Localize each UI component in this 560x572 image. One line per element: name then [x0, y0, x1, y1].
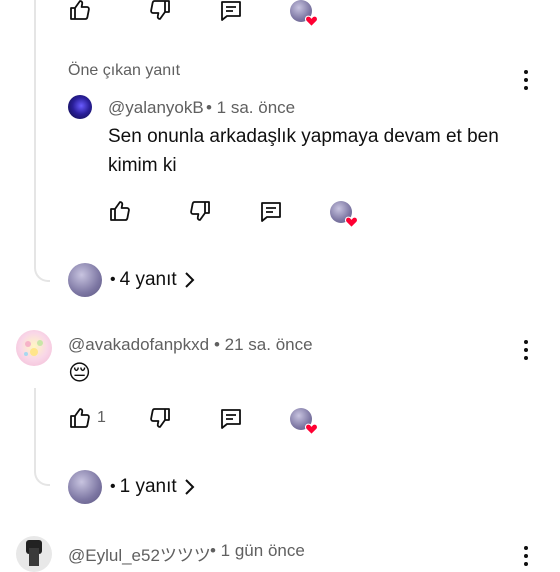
more-options-button[interactable]	[516, 68, 536, 92]
avatar[interactable]	[68, 95, 92, 119]
comment-time: • 1 gün önce	[210, 541, 305, 560]
dislike-icon[interactable]	[148, 406, 172, 430]
creator-heart-icon	[290, 0, 318, 27]
creator-avatar	[68, 470, 102, 504]
reply-comment-icon[interactable]	[219, 0, 243, 23]
like-icon[interactable]	[108, 199, 132, 223]
comment-author[interactable]: @yalanyokB	[108, 98, 204, 118]
comment-emoji: 😔	[68, 360, 91, 385]
creator-avatar	[68, 263, 102, 297]
reply-comment-icon[interactable]	[219, 407, 243, 431]
replies-count: 1 yanıt	[119, 476, 177, 497]
like-icon[interactable]	[68, 0, 92, 22]
like-icon[interactable]	[68, 406, 92, 430]
avatar[interactable]	[16, 330, 52, 366]
chevron-right-icon	[183, 271, 197, 289]
comment-author[interactable]: @avakadofanpkxd	[68, 335, 209, 355]
chevron-right-icon	[183, 478, 197, 496]
avatar[interactable]	[16, 536, 52, 572]
more-options-button[interactable]	[516, 338, 536, 362]
comment-author[interactable]: @Eylul_e52ツツツ	[68, 541, 211, 566]
more-options-button[interactable]	[516, 544, 536, 568]
comment-text: Sen onunla arkadaşlık yapmaya devam et b…	[108, 126, 499, 176]
dislike-icon[interactable]	[148, 0, 172, 22]
view-replies-button[interactable]: • 1 yanıt	[68, 469, 197, 505]
reply-comment-icon[interactable]	[259, 200, 283, 224]
thread-connector-line	[34, 0, 50, 282]
creator-heart-icon	[330, 201, 358, 228]
separator-dot: •	[110, 478, 116, 495]
thread-connector-line	[34, 388, 50, 486]
dislike-icon[interactable]	[188, 199, 212, 223]
comment-time: • 21 sa. önce	[214, 335, 313, 354]
creator-heart-icon	[290, 408, 318, 435]
separator-dot: •	[110, 271, 116, 288]
like-count: 1	[97, 409, 106, 426]
replies-count: 4 yanıt	[119, 269, 177, 290]
view-replies-button[interactable]: • 4 yanıt	[68, 262, 197, 298]
featured-reply-label: Öne çıkan yanıt	[68, 62, 181, 79]
comment-time: • 1 sa. önce	[206, 98, 296, 117]
